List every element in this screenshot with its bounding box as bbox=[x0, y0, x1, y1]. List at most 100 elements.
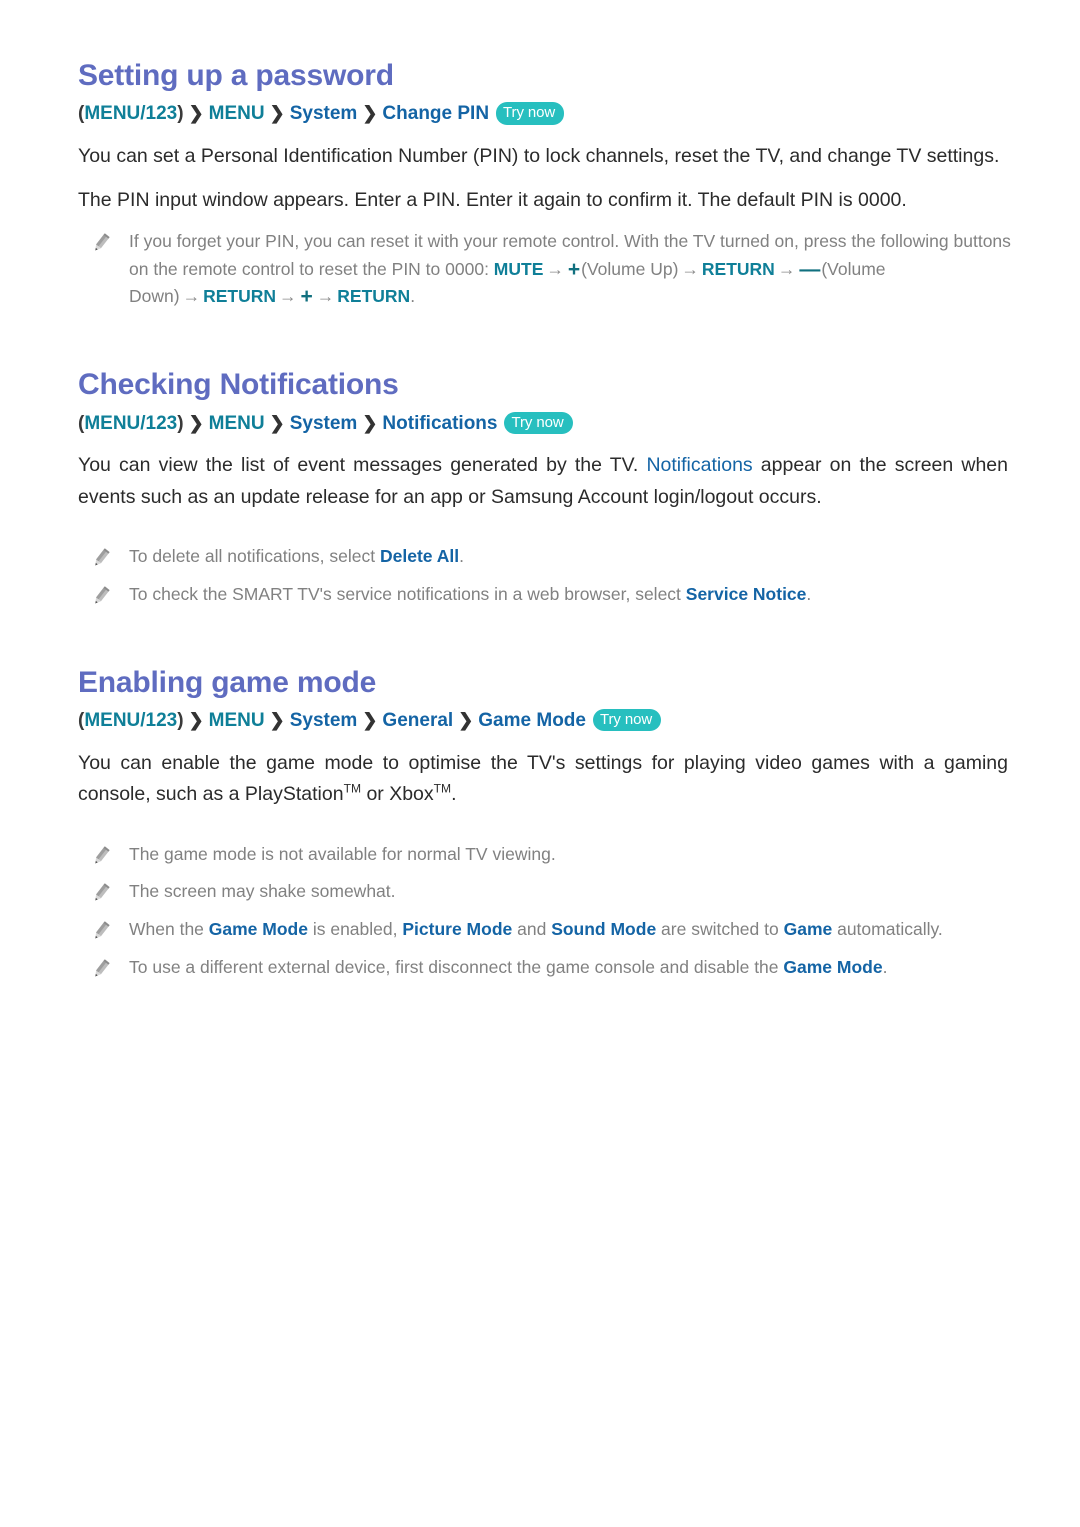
note-delete-all: To delete all notifications, select Dele… bbox=[78, 543, 1015, 571]
arrow-glyph: → bbox=[777, 258, 796, 279]
keyword-sound-mode: Sound Mode bbox=[551, 919, 657, 940]
keyword-return-2: RETURN bbox=[203, 286, 276, 307]
volume-up-plus-icon: + bbox=[567, 257, 581, 281]
pencil-icon bbox=[90, 844, 112, 868]
pencil-icon bbox=[90, 881, 112, 905]
paragraph-part-pre: You can view the list of event messages … bbox=[78, 454, 647, 477]
note-text-disable-game-mode: To use a different external device, firs… bbox=[129, 954, 1015, 982]
chevron-right-icon: ❯ bbox=[188, 412, 204, 433]
paragraph-notifications-intro: You can view the list of event messages … bbox=[78, 450, 1008, 513]
note-part-pre: To delete all notifications, select bbox=[129, 546, 380, 567]
keyword-notifications: Notifications bbox=[646, 454, 753, 477]
breadcrumb-notifications: (MENU/123) ❯ MENU ❯ System ❯ Notifications Try … bbox=[78, 411, 1015, 437]
breadcrumb-close-paren: ) bbox=[177, 709, 184, 731]
volume-down-minus-icon: — bbox=[799, 257, 821, 281]
keyword-service-notice: Service Notice bbox=[685, 583, 807, 604]
keyword-mute: MUTE bbox=[493, 258, 544, 279]
note-part-pre: To check the SMART TV's service notifica… bbox=[129, 583, 686, 604]
keyword-game-mode: Game Mode bbox=[783, 956, 883, 977]
try-now-badge[interactable]: Try now bbox=[504, 411, 573, 434]
note-reset-pin: If you forget your PIN, you can reset it… bbox=[78, 228, 1015, 311]
paragraph-pin-default: The PIN input window appears. Enter a PI… bbox=[78, 188, 907, 211]
pencil-icon bbox=[90, 231, 112, 255]
note-modes-switched-to-game: When the Game Mode is enabled, Picture M… bbox=[78, 916, 1015, 944]
pencil-icon bbox=[90, 957, 112, 981]
breadcrumb-change-pin: (MENU/123) ❯ MENU ❯ System ❯ Change PIN Try now bbox=[78, 101, 1015, 127]
breadcrumb-item-change-pin[interactable]: Change PIN bbox=[382, 103, 489, 124]
keyword-picture-mode: Picture Mode bbox=[402, 919, 513, 940]
page-title-enabling-game-mode: Enabling game mode bbox=[78, 665, 377, 699]
note-part-post: . bbox=[806, 583, 812, 604]
trademark-symbol-playstation: TM bbox=[343, 781, 362, 796]
paragraph-pin-intro: You can set a Personal Identification Nu… bbox=[78, 145, 1000, 168]
breadcrumb-close-paren: ) bbox=[177, 103, 184, 125]
pencil-icon bbox=[90, 584, 112, 608]
arrow-glyph: → bbox=[279, 286, 297, 307]
breadcrumb-item-system[interactable]: System bbox=[290, 710, 358, 731]
note-text-modes-switched-to-game: When the Game Mode is enabled, Picture M… bbox=[129, 916, 1015, 944]
chevron-right-icon: ❯ bbox=[188, 103, 204, 124]
note-part-mid-3: are switched to bbox=[656, 919, 784, 940]
chevron-right-icon: ❯ bbox=[362, 412, 378, 433]
try-now-badge[interactable]: Try now bbox=[496, 102, 565, 125]
document-page: Setting up a password (MENU/123) ❯ MENU ❯ Sy… bbox=[0, 0, 1080, 1527]
chevron-right-icon: ❯ bbox=[362, 709, 378, 730]
arrow-glyph: → bbox=[546, 258, 564, 279]
trademark-symbol-xbox: TM bbox=[433, 781, 452, 796]
note-text-reset-pin: If you forget your PIN, you can reset it… bbox=[129, 228, 1015, 311]
note-part-post: . bbox=[882, 956, 888, 977]
breadcrumb-item-menu[interactable]: MENU bbox=[209, 413, 265, 434]
paragraph-part-post: . bbox=[451, 783, 457, 806]
paragraph-game-mode-intro: You can enable the game mode to optimise… bbox=[78, 748, 1008, 811]
breadcrumb-item-menu[interactable]: MENU bbox=[209, 710, 265, 731]
chevron-right-icon: ❯ bbox=[458, 709, 474, 730]
pencil-icon bbox=[90, 546, 112, 570]
arrow-glyph: → bbox=[681, 258, 699, 279]
section-setting-up-a-password: Setting up a password (MENU/123) ❯ MENU ❯ Sy… bbox=[78, 58, 1015, 311]
note-part-post: . bbox=[459, 546, 464, 567]
paragraph-part-pre: You can enable the game mode to optimise… bbox=[78, 751, 1008, 806]
note-part-pre: To use a different external device, firs… bbox=[129, 956, 784, 977]
breadcrumb-item-system[interactable]: System bbox=[290, 413, 358, 434]
keyword-return-3: RETURN bbox=[337, 286, 411, 307]
chevron-right-icon: ❯ bbox=[269, 103, 285, 124]
keyword-delete-all: Delete All bbox=[379, 546, 460, 567]
pencil-icon bbox=[90, 919, 112, 943]
page-title-setting-up-a-password: Setting up a password bbox=[78, 59, 394, 92]
chevron-right-icon: ❯ bbox=[188, 709, 204, 730]
breadcrumb-item-menu123[interactable]: MENU/123 bbox=[84, 103, 177, 124]
arrow-glyph: → bbox=[316, 286, 335, 307]
keyword-game: Game bbox=[783, 919, 833, 940]
try-now-badge[interactable]: Try now bbox=[592, 708, 662, 732]
note-part-mid-1: is enabled, bbox=[307, 919, 403, 940]
breadcrumb-item-system[interactable]: System bbox=[290, 103, 358, 124]
note-text-delete-all: To delete all notifications, select Dele… bbox=[129, 543, 1015, 571]
keyword-game-mode: Game Mode bbox=[208, 919, 308, 940]
chevron-right-icon: ❯ bbox=[269, 412, 285, 433]
keyword-return-1: RETURN bbox=[701, 258, 775, 279]
note-game-mode-not-available: The game mode is not available for norma… bbox=[78, 841, 1015, 869]
breadcrumb-item-general[interactable]: General bbox=[382, 710, 453, 731]
paragraph-part-mid: or Xbox bbox=[361, 783, 434, 806]
section-enabling-game-mode: Enabling game mode (MENU/123) ❯ MENU ❯ Syste… bbox=[78, 665, 1015, 982]
note-text-service-notice: To check the SMART TV's service notifica… bbox=[129, 581, 1015, 609]
page-title-checking-notifications: Checking Notifications bbox=[78, 368, 399, 402]
volume-up-plus-icon: + bbox=[300, 285, 313, 309]
note-part-period: . bbox=[410, 286, 416, 307]
note-screen-shake: The screen may shake somewhat. bbox=[78, 878, 1015, 906]
breadcrumb-item-menu123[interactable]: MENU/123 bbox=[84, 413, 177, 434]
note-disable-game-mode: To use a different external device, firs… bbox=[78, 954, 1015, 982]
note-service-notice: To check the SMART TV's service notifica… bbox=[78, 581, 1015, 609]
breadcrumb-item-menu[interactable]: MENU bbox=[209, 103, 265, 124]
breadcrumb-item-game-mode[interactable]: Game Mode bbox=[478, 710, 586, 731]
breadcrumb-item-notifications[interactable]: Notifications bbox=[382, 413, 497, 434]
note-part-post: automatically. bbox=[832, 919, 943, 940]
note-part-pre: When the bbox=[129, 919, 209, 940]
breadcrumb-item-menu123[interactable]: MENU/123 bbox=[84, 710, 177, 731]
note-part-vol-up: (Volume Up) bbox=[581, 258, 679, 279]
chevron-right-icon: ❯ bbox=[269, 709, 285, 730]
arrow-glyph: → bbox=[182, 286, 201, 307]
chevron-right-icon: ❯ bbox=[362, 103, 378, 124]
note-part-mid-2: and bbox=[512, 919, 552, 940]
breadcrumb-game-mode: (MENU/123) ❯ MENU ❯ System ❯ General ❯ Game Mode… bbox=[78, 708, 1015, 734]
